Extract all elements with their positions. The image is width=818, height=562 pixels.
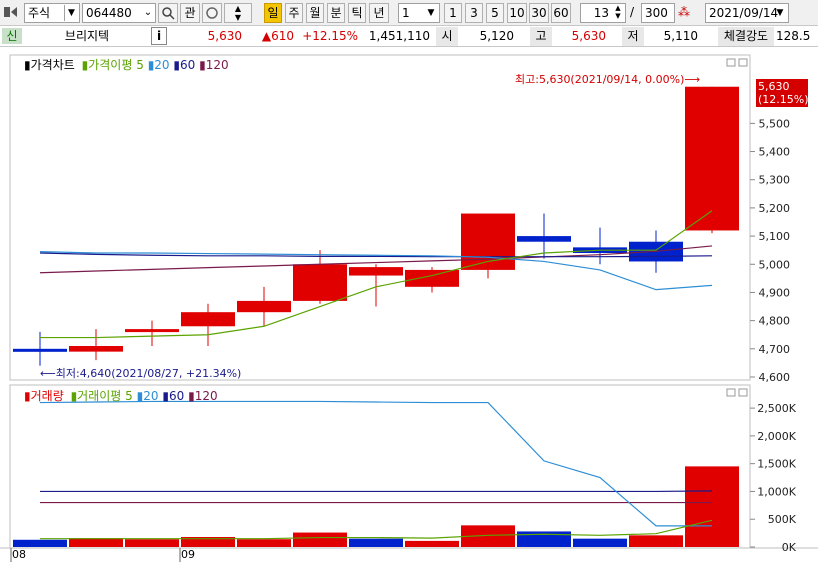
- stepper-button[interactable]: ▲ ▼: [224, 3, 252, 23]
- date-picker[interactable]: 2021/09/14 ▼: [705, 3, 789, 23]
- period-year-tab[interactable]: 년: [369, 3, 389, 23]
- period-day-tab[interactable]: 일: [264, 3, 282, 23]
- quick-60-button[interactable]: 60: [551, 3, 571, 23]
- volume-bar: [349, 538, 403, 547]
- volume-bar: [685, 466, 739, 547]
- strength-value: 128.5: [776, 29, 811, 43]
- chevron-down-icon: ▼: [427, 8, 435, 18]
- y-tick-label: 4,800: [759, 315, 791, 328]
- period-tick-tab[interactable]: 틱: [348, 3, 366, 23]
- y-tick-label: 2,500K: [757, 402, 796, 415]
- legend-marker: ▮: [162, 389, 169, 403]
- volume-legend[interactable]: ▮거래량 ▮거래이평 5 ▮20 ▮60 ▮120: [24, 387, 218, 404]
- y-tick-label: 5,100: [759, 230, 791, 243]
- legend-marker: ▮: [24, 58, 31, 72]
- search-button[interactable]: [158, 3, 178, 23]
- y-tick-label: 5,500: [759, 117, 791, 130]
- period-count-select[interactable]: 1 ▼: [398, 3, 440, 23]
- candle-body: [69, 346, 123, 352]
- low-annotation: ⟵최저:4,640(2021/08/27, +21.34%): [40, 367, 242, 380]
- candle-body: [405, 269, 459, 287]
- quote-bar: 신 브리지텍 i 5,630 ▲610 +12.15% 1,451,110 시 …: [0, 26, 818, 47]
- y-tick-label: 0K: [782, 541, 797, 554]
- code-input[interactable]: 064480 ⌄: [82, 3, 156, 23]
- candle-body: [517, 236, 571, 242]
- y-tick-label: 500K: [768, 513, 797, 526]
- quick-30-button[interactable]: 30: [529, 3, 549, 23]
- volume-bar: [405, 540, 459, 547]
- price-legend[interactable]: ▮가격차트 ▮가격이평 5 ▮20 ▮60 ▮120: [24, 56, 229, 73]
- chevron-down-icon: ⌄: [143, 7, 153, 18]
- quick-5-button[interactable]: 5: [486, 3, 504, 23]
- credit-badge: 신: [2, 28, 22, 44]
- x-tick-label: 08: [12, 548, 26, 561]
- legend-marker: ▮: [188, 389, 195, 403]
- y-tick-label: 1,000K: [757, 485, 796, 498]
- toolbar: 주식 ▼ 064480 ⌄ 관 ▲ ▼ 일 주 월 분 틱 년 1 ▼ 1 3 5…: [0, 0, 818, 26]
- chevron-down-icon: ▼: [776, 8, 784, 18]
- y-tick-label: 4,900: [759, 286, 791, 299]
- candle-body: [293, 264, 347, 301]
- candle-body: [125, 329, 179, 333]
- legend-marker: ▮: [199, 58, 206, 72]
- y-tick-label: 4,600: [759, 371, 791, 384]
- low-label: 저: [622, 27, 644, 46]
- current-price: 5,630: [207, 29, 242, 43]
- quick-10-button[interactable]: 10: [507, 3, 527, 23]
- stock-name: 브리지텍: [64, 29, 110, 43]
- count-stepper[interactable]: 13 ▲ ▼: [580, 3, 626, 23]
- high-annotation: 최고:5,630(2021/09/14, 0.00%)⟶: [515, 73, 701, 86]
- last-price-box: 5,630 (12.15%): [756, 79, 809, 107]
- y-tick-label: 4,700: [759, 343, 791, 356]
- info-button[interactable]: i: [151, 27, 167, 45]
- period-week-tab[interactable]: 주: [285, 3, 303, 23]
- vol-ma60-line: [40, 490, 713, 493]
- volume-bar: [629, 535, 683, 547]
- total-input[interactable]: 300: [641, 3, 675, 23]
- volume-bar: [237, 539, 291, 547]
- volume-bar: [293, 532, 347, 547]
- chart-area[interactable]: 4,600 4,700 4,800 4,900 5,000 5,100 5,200 5,300…: [0, 47, 818, 562]
- high-value: 5,630: [571, 29, 606, 43]
- open-value: 5,120: [479, 29, 514, 43]
- refresh-button[interactable]: [202, 3, 222, 23]
- quick-3-button[interactable]: 3: [465, 3, 483, 23]
- candle-body: [685, 86, 739, 231]
- search-icon: [162, 7, 175, 20]
- y-tick-label: 5,400: [759, 146, 791, 159]
- y-tick-label: 5,000: [759, 258, 791, 271]
- candle-body: [349, 267, 403, 276]
- count-separator: /: [630, 5, 635, 19]
- market-select[interactable]: 주식 ▼: [24, 3, 80, 23]
- quick-1-button[interactable]: 1: [444, 3, 462, 23]
- y-tick-label: 5,200: [759, 202, 791, 215]
- low-value: 5,110: [663, 29, 698, 43]
- y-tick-label: 2,000K: [757, 430, 796, 443]
- y-tick-label: 1,500K: [757, 458, 796, 471]
- volume-bar: [69, 538, 123, 547]
- candle-body: [13, 348, 67, 352]
- refresh-icon: [206, 7, 218, 19]
- period-minute-tab[interactable]: 분: [327, 3, 345, 23]
- period-month-tab[interactable]: 월: [306, 3, 324, 23]
- price-change: ▲610: [261, 29, 294, 43]
- volume-bar: [573, 538, 627, 547]
- candle-body: [181, 312, 235, 327]
- high-label: 고: [530, 27, 552, 46]
- dock-icon[interactable]: [4, 5, 18, 19]
- grid-settings-icon[interactable]: ⁂: [678, 5, 692, 19]
- open-label: 시: [436, 27, 458, 46]
- volume-value: 1,451,110: [368, 29, 430, 43]
- volume-bar: [125, 539, 179, 547]
- x-tick-label: 09: [181, 548, 195, 561]
- volume-bar: [13, 539, 67, 547]
- y-tick-label: 5,300: [759, 174, 791, 187]
- watchlist-button[interactable]: 관: [180, 3, 200, 23]
- strength-label: 체결강도: [718, 27, 774, 46]
- change-percent: +12.15%: [302, 29, 358, 43]
- candle-body: [237, 300, 291, 313]
- chevron-down-icon: ▼: [64, 5, 78, 21]
- legend-marker: ▮: [24, 389, 31, 403]
